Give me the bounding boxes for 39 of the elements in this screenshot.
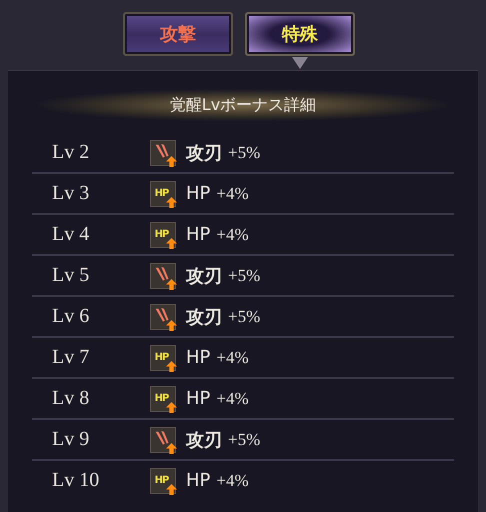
bonus-value: +5% bbox=[228, 266, 260, 286]
hp-up-icon: HP bbox=[150, 386, 176, 412]
bonus-value: +5% bbox=[228, 306, 260, 326]
hp-up-icon: HP bbox=[150, 180, 176, 206]
level-label: Lv 2 bbox=[51, 141, 90, 164]
bonus-name: HP bbox=[186, 224, 210, 245]
level-label: Lv 9 bbox=[51, 428, 90, 451]
bonus-value: +4% bbox=[216, 348, 249, 368]
level-label: Lv 7 bbox=[51, 346, 90, 369]
blade-up-icon bbox=[150, 304, 176, 330]
level-label: Lv 5 bbox=[51, 264, 90, 287]
bonus-value: +4% bbox=[216, 224, 249, 244]
bonus-value: +4% bbox=[216, 470, 249, 490]
bonus-name: HP bbox=[186, 183, 210, 204]
hp-up-icon: HP bbox=[150, 344, 176, 370]
bonus-value: +5% bbox=[228, 142, 260, 162]
bonus-name: 攻刃 bbox=[186, 428, 222, 452]
bonus-value: +4% bbox=[216, 184, 249, 204]
bonus-name: HP bbox=[186, 470, 210, 491]
blade-up-icon bbox=[150, 140, 176, 166]
level-label: Lv 10 bbox=[51, 469, 100, 492]
blade-up-icon bbox=[150, 426, 176, 452]
level-label: Lv 6 bbox=[51, 305, 90, 328]
pointer-icon bbox=[292, 57, 308, 69]
blade-up-icon bbox=[150, 262, 176, 288]
level-label: Lv 4 bbox=[51, 223, 90, 246]
level-label: Lv 3 bbox=[51, 182, 90, 205]
tab[interactable]: 特殊 bbox=[245, 12, 355, 56]
bonus-value: +4% bbox=[216, 388, 249, 408]
bonus-name: HP bbox=[186, 388, 210, 409]
bonus-name: 攻刃 bbox=[186, 306, 222, 328]
hp-up-icon: HP bbox=[150, 222, 176, 248]
bonus-name: HP bbox=[186, 347, 210, 368]
hp-up-icon: HP bbox=[150, 468, 176, 494]
bonus-name: 攻刃 bbox=[186, 264, 222, 288]
tab[interactable]: 攻撃 bbox=[123, 12, 233, 56]
bonus-name: 攻刃 bbox=[186, 142, 222, 164]
level-label: Lv 8 bbox=[51, 387, 90, 410]
bonus-value: +5% bbox=[228, 430, 260, 450]
